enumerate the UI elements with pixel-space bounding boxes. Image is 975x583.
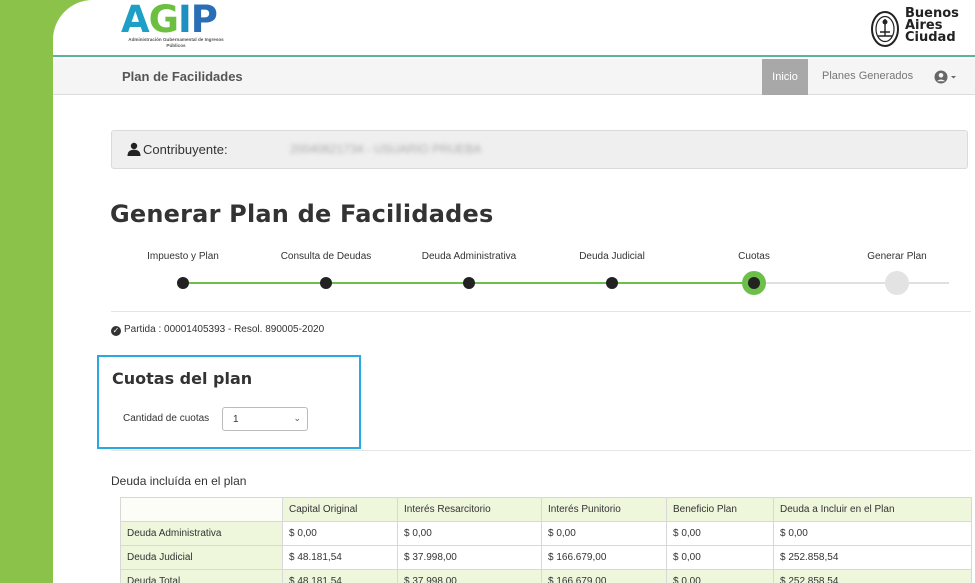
table-cell: $ 166.679,00 [541,545,667,570]
table-cell: $ 252.858,54 [773,545,972,570]
row-label: Deuda Administrativa [120,521,283,546]
step-dot-impuesto[interactable] [177,277,189,289]
navbar: Plan de Facilidades Inicio Planes Genera… [53,59,975,95]
divider [111,450,971,451]
table-cell: $ 0,00 [397,521,542,546]
step-label-cuotas: Cuotas [738,251,770,262]
col-header-interes-resarcitorio: Interés Resarcitorio [397,497,542,522]
stepper-line-pending [754,282,949,284]
check-circle-icon: ✓ [111,326,121,336]
step-label-generar: Generar Plan [867,251,927,262]
row-label: Deuda Total [120,569,283,583]
partida-line: ✓ Partida : 00001405393 - Resol. 890005-2… [111,324,324,336]
step-label-deuda-judicial: Deuda Judicial [579,251,645,262]
table-cell: $ 0,00 [282,521,398,546]
step-dot-deuda-administrativa[interactable] [463,277,475,289]
col-header-capital: Capital Original [282,497,398,522]
cuotas-title: Cuotas del plan [112,369,253,388]
step-dot-deuda-judicial[interactable] [606,277,618,289]
col-header-beneficio: Beneficio Plan [666,497,774,522]
table-cell: $ 37.998,00 [397,545,542,570]
city-seal-icon [871,11,899,47]
table-row: Deuda Administrativa $ 0,00 $ 0,00 $ 0,0… [120,521,972,546]
table-cell: $ 0,00 [666,569,774,583]
buenos-aires-wordmark: Buenos Aires Ciudad [905,6,959,45]
user-icon [127,142,141,156]
table-row-total: Deuda Total $ 48.181,54 $ 37.998,00 $ 16… [120,569,972,583]
step-dot-cuotas-current[interactable] [742,271,766,295]
step-dot-consulta[interactable] [320,277,332,289]
step-label-deuda-administrativa: Deuda Administrativa [421,251,517,262]
divider [111,311,971,312]
table-row: Deuda Judicial $ 48.181,54 $ 37.998,00 $… [120,545,972,570]
page-title: Generar Plan de Facilidades [110,200,494,228]
cantidad-cuotas-select[interactable]: 1 ⌄ [222,407,308,431]
col-header-deuda-incluir: Deuda a Incluir en el Plan [773,497,972,522]
deuda-table: Capital Original Interés Resarcitorio In… [120,497,972,583]
user-menu-button[interactable] [933,69,959,85]
contribuyente-panel: Contribuyente: 20040621734 - USUARIO PRU… [111,130,968,169]
page: AGIP Administración Gubernamental de Ing… [53,0,975,583]
table-cell: $ 0,00 [541,521,667,546]
table-cell: $ 0,00 [666,521,774,546]
row-label: Deuda Judicial [120,545,283,570]
step-dot-generar-pending [885,271,909,295]
deuda-section-title: Deuda incluída en el plan [111,474,247,488]
cuotas-label: Cantidad de cuotas [123,413,210,424]
table-cell: $ 37.998,00 [397,569,542,583]
contribuyente-value: 20040621734 - USUARIO PRUEBA [290,142,482,156]
agip-logo-word: AGIP [121,0,218,41]
table-cell: $ 166.679,00 [541,569,667,583]
nav-planes-generados-link[interactable]: Planes Generados [822,70,913,82]
table-cell: $ 252.858,54 [773,569,972,583]
agip-logo-subtitle: Administración Gubernamental de Ingresos… [128,37,224,48]
nav-home-link[interactable]: Inicio [762,59,808,95]
table-cell: $ 0,00 [773,521,972,546]
progress-stepper: Impuesto y Plan Consulta de Deudas Deuda… [111,245,971,305]
cuotas-selected-value: 1 [233,414,239,425]
step-label-impuesto: Impuesto y Plan [147,251,219,262]
top-header: AGIP Administración Gubernamental de Ing… [53,0,975,57]
cuotas-panel: Cuotas del plan Cantidad de cuotas 1 ⌄ [97,355,361,449]
user-circle-icon [934,70,956,84]
table-header-row: Capital Original Interés Resarcitorio In… [120,497,972,522]
table-cell: $ 48.181,54 [282,545,398,570]
step-label-consulta: Consulta de Deudas [280,251,372,262]
table-cell: $ 48.181,54 [282,569,398,583]
buenos-aires-logo[interactable]: Buenos Aires Ciudad [871,6,971,50]
table-cell: $ 0,00 [666,545,774,570]
table-header-empty [120,497,283,522]
nav-brand[interactable]: Plan de Facilidades [122,69,243,84]
contribuyente-label: Contribuyente: [143,142,228,157]
partida-text: Partida : 00001405393 - Resol. 890005-20… [124,324,325,335]
chevron-down-icon: ⌄ [293,413,301,423]
agip-logo[interactable]: AGIP Administración Gubernamental de Ing… [121,0,231,54]
col-header-interes-punitorio: Interés Punitorio [541,497,667,522]
